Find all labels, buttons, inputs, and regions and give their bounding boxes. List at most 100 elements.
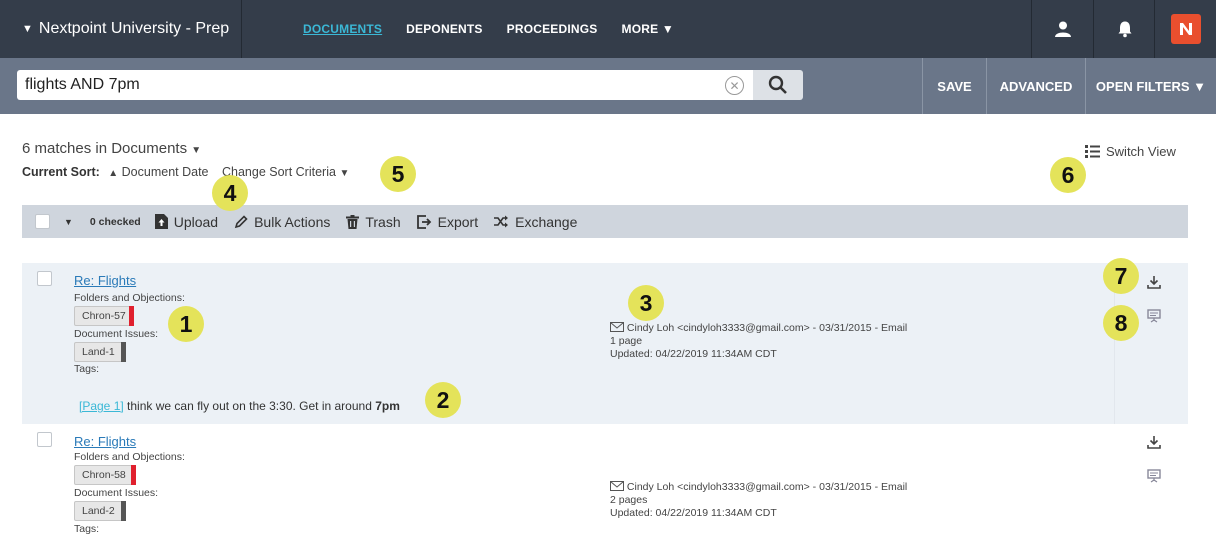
export-button[interactable]: Export (416, 213, 479, 230)
row-checkbox[interactable] (37, 432, 52, 447)
notifications-button[interactable] (1093, 0, 1155, 58)
email-icon (610, 481, 624, 491)
folder-chip-label: Chron-58 (82, 469, 126, 481)
clear-search-icon[interactable]: ✕ (725, 76, 744, 95)
author-text: Cindy Loh <cindyloh3333@gmail.com> - 03/… (626, 322, 908, 334)
issue-chip-label: Land-2 (82, 505, 115, 517)
nextpoint-logo-icon (1170, 14, 1201, 44)
download-button[interactable] (1146, 434, 1162, 450)
folders-label: Folders and Objections: (74, 451, 185, 463)
issues-label: Document Issues: (74, 487, 159, 499)
download-icon (1147, 436, 1161, 449)
trash-button[interactable]: Trash (346, 214, 401, 230)
download-button[interactable] (1146, 274, 1162, 290)
page-count: 1 page (610, 335, 643, 347)
switch-view-label: Switch View (1106, 144, 1176, 159)
nav-proceedings[interactable]: PROCEEDINGS (507, 22, 598, 36)
search-input[interactable]: flights AND 7pm (17, 70, 753, 100)
select-options-caret-icon[interactable]: ▼ (64, 217, 73, 227)
folder-chip[interactable]: Chron-58 (74, 465, 136, 485)
caret-down-icon: ▼ (339, 168, 350, 179)
checked-count: 0 checked (89, 215, 141, 228)
callout-badge: 7 (1103, 258, 1139, 294)
search-snippet: [Page 1] think we can fly out on the 3:3… (79, 399, 400, 413)
workspace-switcher[interactable]: ▼ Nextpoint University - Prep (0, 0, 242, 58)
document-metadata: Cindy Loh <cindyloh3333@gmail.com> - 03/… (610, 481, 907, 520)
presentation-icon (1147, 309, 1161, 323)
search-icon (768, 75, 787, 94)
search-button[interactable] (753, 70, 803, 100)
change-sort-dropdown[interactable]: Change Sort Criteria ▼ (222, 165, 349, 179)
callout-badge: 6 (1050, 157, 1086, 193)
callout-badge: 3 (628, 285, 664, 321)
bulk-toolbar: ▼ 0 checked Upload Bulk Actions Trash Ex… (22, 205, 1188, 238)
document-metadata: Cindy Loh <cindyloh3333@gmail.com> - 03/… (610, 322, 907, 361)
save-search-button[interactable]: SAVE (922, 58, 986, 114)
user-menu-button[interactable] (1031, 0, 1093, 58)
tags-label: Tags: (74, 523, 100, 535)
advanced-search-button[interactable]: ADVANCED (986, 58, 1085, 114)
nav-more[interactable]: MORE ▼ (622, 22, 674, 36)
trash-icon (346, 214, 360, 229)
folder-color-marker (131, 465, 136, 485)
exchange-label: Exchange (515, 213, 578, 230)
shuffle-icon (494, 215, 509, 228)
upload-button[interactable]: Upload (154, 213, 219, 230)
match-count-text: 6 matches in (22, 140, 108, 157)
pencil-icon (234, 214, 248, 228)
callout-badge: 5 (380, 156, 416, 192)
nav-deponents[interactable]: DEPONENTS (406, 22, 482, 36)
callout-badge: 1 (168, 306, 204, 342)
author-text: Cindy Loh <cindyloh3333@gmail.com> - 03/… (626, 481, 908, 493)
current-sort-value[interactable]: Document Date (122, 165, 209, 179)
callout-badge: 4 (212, 175, 248, 211)
folder-chip-label: Chron-57 (82, 310, 126, 322)
snippet-hit: 7pm (375, 399, 400, 413)
folder-color-marker (129, 306, 134, 326)
folder-chip[interactable]: Chron-57 (74, 306, 134, 326)
export-label: Export (437, 213, 479, 230)
present-button[interactable] (1146, 468, 1162, 484)
main-nav: DOCUMENTS DEPONENTS PROCEEDINGS MORE ▼ (303, 0, 674, 58)
snippet-page-link[interactable]: [Page 1] (79, 399, 124, 413)
issue-chip[interactable]: Land-1 (74, 342, 126, 362)
sort-ascending-icon: ▲ (108, 168, 119, 179)
document-title-link[interactable]: Re: Flights (74, 434, 136, 449)
author-line: Cindy Loh <cindyloh3333@gmail.com> - 03/… (610, 481, 907, 494)
result-row: Re: Flights Folders and Objections: Chro… (22, 263, 1188, 424)
caret-down-icon: ▼ (22, 23, 33, 35)
sort-label: Current Sort: (22, 165, 100, 179)
caret-down-icon: ▼ (191, 145, 202, 156)
exchange-button[interactable]: Exchange (494, 214, 577, 230)
document-title-link[interactable]: Re: Flights (74, 273, 136, 288)
scope-dropdown[interactable]: Documents ▼ (111, 140, 201, 157)
open-filters-button[interactable]: OPEN FILTERS ▼ (1085, 58, 1216, 114)
bell-icon (1118, 21, 1131, 38)
author-line: Cindy Loh <cindyloh3333@gmail.com> - 03/… (610, 322, 907, 335)
issue-chip-label: Land-1 (82, 346, 115, 358)
top-nav: ▼ Nextpoint University - Prep DOCUMENTS … (0, 0, 1216, 58)
email-icon (610, 322, 624, 332)
updated-timestamp: Updated: 04/22/2019 11:34AM CDT (610, 507, 777, 519)
issue-color-marker (121, 342, 126, 362)
nav-documents[interactable]: DOCUMENTS (303, 22, 382, 36)
result-row: Re: Flights Folders and Objections: Chro… (22, 424, 1188, 537)
present-button[interactable] (1146, 308, 1162, 324)
switch-view-button[interactable]: Switch View (1085, 144, 1176, 159)
bulk-actions-button[interactable]: Bulk Actions (234, 214, 330, 230)
callout-badge: 8 (1103, 305, 1139, 341)
issue-color-marker (121, 501, 126, 521)
app-logo-button[interactable] (1154, 0, 1216, 58)
upload-file-icon (154, 214, 168, 229)
download-icon (1147, 276, 1161, 289)
snippet-text: think we can fly out on the 3:30. Get in… (127, 399, 372, 413)
page-count: 2 pages (610, 494, 648, 506)
select-all-checkbox[interactable] (35, 214, 50, 229)
row-checkbox[interactable] (37, 271, 52, 286)
user-icon (1054, 21, 1071, 37)
match-count: 6 matches in Documents ▼ (22, 140, 201, 157)
list-view-icon (1085, 145, 1100, 158)
upload-label: Upload (173, 213, 219, 230)
issue-chip[interactable]: Land-2 (74, 501, 126, 521)
tags-label: Tags: (74, 363, 100, 375)
